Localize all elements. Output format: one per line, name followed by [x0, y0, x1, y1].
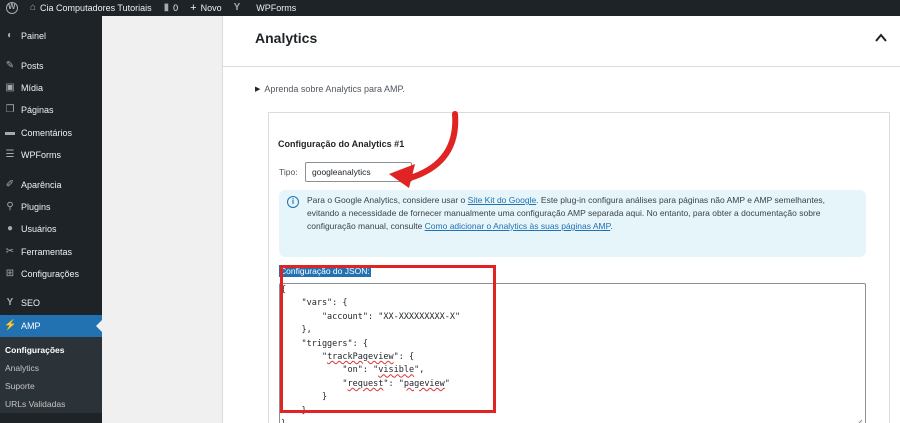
- tipo-label: Tipo:: [279, 167, 298, 177]
- json-config-label: Configuração do JSON:: [279, 265, 371, 277]
- sidebar-item-seo[interactable]: Y SEO: [0, 292, 102, 314]
- sidebar-item-aparencia[interactable]: ✐ Aparência: [0, 173, 102, 195]
- sidebar-item-comentarios[interactable]: ▬ Comentários: [0, 122, 102, 144]
- yoast-icon: Y: [233, 2, 241, 13]
- comments-link[interactable]: ▮ 0: [158, 0, 185, 16]
- wordpress-logo-button[interactable]: [0, 0, 24, 16]
- pin-icon: ✎: [5, 59, 15, 71]
- resize-grip-icon[interactable]: [855, 419, 863, 423]
- tools-icon: ✂: [5, 245, 15, 257]
- sidebar-item-posts[interactable]: ✎ Posts: [0, 54, 102, 76]
- panel-header[interactable]: Analytics: [223, 16, 900, 67]
- sidebar-item-label: WPForms: [21, 150, 61, 161]
- comments-icon: ▬: [5, 126, 15, 138]
- sidebar-item-label: AMP: [21, 320, 41, 331]
- site-name-link[interactable]: ⌂ Cia Computadores Tutoriais: [24, 0, 158, 16]
- sidebar-item-label: Páginas: [21, 105, 54, 116]
- info-notice: i Para o Google Analytics, considere usa…: [279, 190, 866, 257]
- site-kit-link[interactable]: Site Kit do Google: [468, 195, 537, 205]
- sidebar-item-label: Posts: [21, 60, 44, 71]
- analytics-amp-guide-link[interactable]: Como adicionar o Analytics às suas págin…: [425, 221, 611, 231]
- sidebar-item-painel[interactable]: ◐ Painel: [0, 25, 102, 47]
- sidebar-item-plugins[interactable]: ⚲ Plugins: [0, 196, 102, 218]
- amp-submenu: Configurações Analytics Suporte URLs Val…: [0, 337, 102, 414]
- sidebar-item-label: Plugins: [21, 201, 51, 212]
- appearance-icon: ✐: [5, 178, 15, 190]
- settings-icon: ⊞: [5, 268, 15, 280]
- sidebar-item-label: Configurações: [21, 269, 80, 280]
- admin-sidebar: ◐ Painel ✎ Posts ▣ Mídia ❐ Páginas ▬ Com…: [0, 16, 102, 423]
- comments-count: 0: [173, 3, 179, 13]
- analytics-panel: Analytics ▶ Aprenda sobre Analytics para…: [222, 16, 900, 423]
- sidebar-item-label: Comentários: [21, 127, 73, 138]
- home-icon: ⌂: [30, 2, 37, 13]
- notice-text-1: Para o Google Analytics, considere usar …: [307, 195, 468, 205]
- amp-icon: ⚡: [4, 319, 17, 331]
- new-label: Novo: [200, 3, 222, 13]
- sidebar-item-paginas[interactable]: ❐ Páginas: [0, 99, 102, 121]
- submenu-item-configuracoes[interactable]: Configurações: [0, 341, 102, 359]
- wpforms-icon: ☰: [5, 149, 15, 161]
- tipo-input[interactable]: googleanalytics: [305, 162, 412, 182]
- submenu-item-urls-validadas[interactable]: URLs Validadas: [0, 395, 102, 413]
- sidebar-item-usuarios[interactable]: ● Usuários: [0, 218, 102, 240]
- wpforms-label: WPForms: [256, 3, 297, 13]
- sidebar-item-wpforms[interactable]: ☰ WPForms: [0, 144, 102, 166]
- wpforms-menu[interactable]: WPForms: [250, 0, 302, 16]
- plugins-icon: ⚲: [6, 200, 14, 212]
- site-name: Cia Computadores Tutoriais: [40, 3, 152, 13]
- learn-analytics-toggle[interactable]: ▶ Aprenda sobre Analytics para AMP.: [255, 84, 405, 94]
- pages-icon: ❐: [5, 104, 15, 116]
- disclosure-triangle-icon: ▶: [255, 86, 261, 93]
- learn-analytics-text: Aprenda sobre Analytics para AMP.: [264, 84, 405, 94]
- comment-icon: ▮: [163, 2, 170, 13]
- sidebar-item-midia[interactable]: ▣ Mídia: [0, 77, 102, 99]
- yoast-menu[interactable]: Y: [228, 0, 251, 16]
- sidebar-item-label: Painel: [21, 31, 47, 42]
- new-content-button[interactable]: + Novo: [184, 0, 227, 16]
- sidebar-item-label: Aparência: [21, 179, 62, 190]
- media-icon: ▣: [5, 81, 15, 93]
- plus-icon: +: [190, 1, 197, 14]
- panel-title: Analytics: [255, 30, 318, 46]
- submenu-item-suporte[interactable]: Suporte: [0, 377, 102, 395]
- notice-text-3: .: [610, 221, 613, 231]
- chevron-up-icon[interactable]: [874, 31, 888, 45]
- json-config-code: { "vars": { "account": "XX-XXXXXXXXX-X" …: [281, 285, 461, 423]
- dashboard-icon: ◐: [6, 30, 14, 42]
- config-title: Configuração do Analytics #1: [278, 139, 405, 149]
- sidebar-item-ferramentas[interactable]: ✂ Ferramentas: [0, 241, 102, 263]
- admin-bar: ⌂ Cia Computadores Tutoriais ▮ 0 + Novo …: [0, 0, 900, 16]
- info-icon: i: [287, 196, 299, 208]
- sidebar-item-label: SEO: [21, 298, 41, 309]
- wordpress-icon: [6, 2, 18, 14]
- sidebar-item-configuracoes[interactable]: ⊞ Configurações: [0, 263, 102, 285]
- submenu-item-analytics[interactable]: Analytics: [0, 359, 102, 377]
- sidebar-item-amp[interactable]: ⚡ AMP: [0, 314, 102, 338]
- sidebar-item-label: Ferramentas: [21, 246, 73, 257]
- sidebar-item-label: Usuários: [21, 224, 57, 235]
- seo-icon: Y: [6, 297, 14, 309]
- users-icon: ●: [6, 223, 14, 235]
- sidebar-item-label: Mídia: [21, 82, 44, 93]
